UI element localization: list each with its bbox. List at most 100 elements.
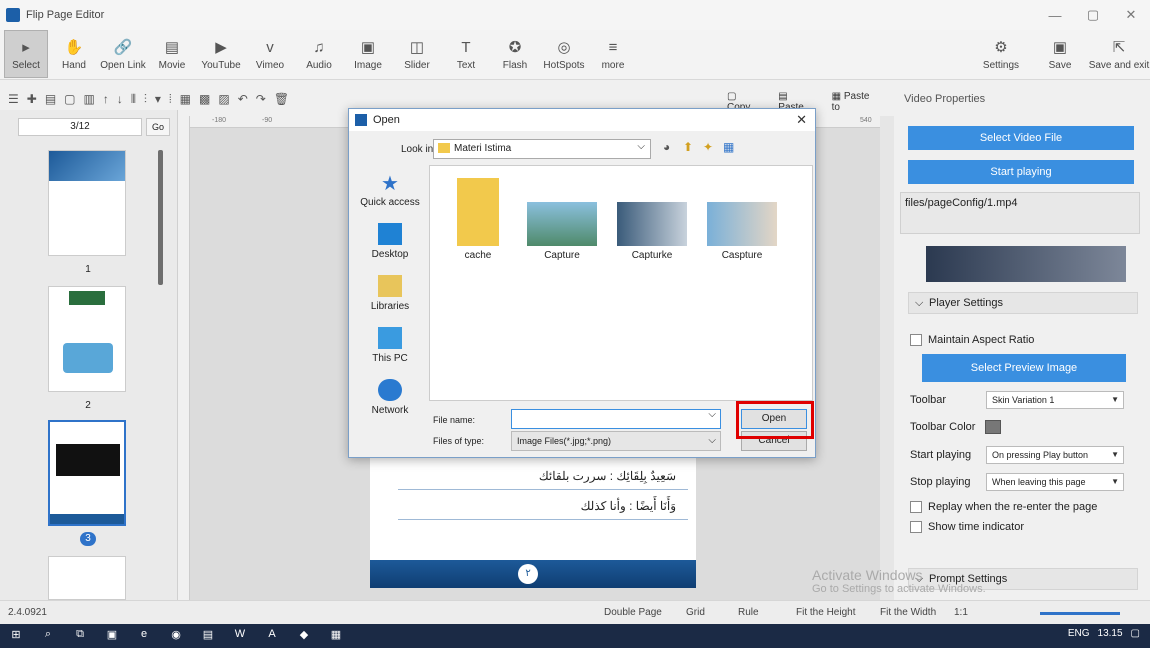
file-item[interactable]: cache (438, 178, 518, 261)
dialog-close-icon[interactable]: ✕ (796, 112, 807, 128)
replay-checkbox[interactable]: Replay when the re-enter the page (910, 501, 1097, 513)
undo-icon[interactable]: ↶ (238, 92, 248, 106)
explorer-icon[interactable]: ▤ (198, 628, 218, 644)
player-settings-section[interactable]: ⌵ Player Settings (908, 292, 1138, 314)
place-desktop[interactable]: Desktop (355, 223, 425, 260)
insert-icon[interactable]: ▤ (45, 92, 56, 106)
search-icon[interactable]: ⌕ (38, 628, 58, 644)
store-icon[interactable]: ▣ (102, 628, 122, 644)
align-center-icon[interactable]: ⫶ (144, 92, 147, 107)
zoom-slider[interactable] (1040, 612, 1120, 615)
tool-image[interactable]: ▣ Image (345, 30, 391, 78)
app-icon-orange[interactable]: ◆ (294, 628, 314, 644)
page-icon[interactable]: ▢ (64, 92, 75, 106)
up-folder-icon[interactable]: ⬆ (683, 140, 693, 154)
toolbar-color-swatch[interactable] (985, 420, 1002, 434)
double-page-button[interactable]: Double Page (604, 607, 662, 618)
tool-audio[interactable]: ♫ Audio (296, 30, 342, 78)
edge-icon[interactable]: e (134, 628, 154, 644)
fit-width-button[interactable]: Fit the Width (880, 607, 936, 618)
delete-icon[interactable]: ▥ (84, 92, 95, 106)
list-icon[interactable]: ☰ (8, 92, 19, 106)
redo-icon[interactable]: ↷ (256, 92, 266, 106)
image-thumbnail (617, 202, 687, 246)
rule-button[interactable]: Rule (738, 607, 759, 618)
move-up-icon[interactable]: ↑ (103, 92, 109, 106)
tool-select[interactable]: ▸ Select (4, 30, 48, 78)
chrome-icon[interactable]: ◉ (166, 628, 186, 644)
toolbar-label: Toolbar (910, 394, 947, 406)
view-menu-icon[interactable]: ▦ (723, 140, 734, 154)
tool-movie[interactable]: ▤ Movie (149, 30, 195, 78)
place-network[interactable]: Network (355, 379, 425, 416)
minimize-button[interactable]: — (1036, 0, 1074, 30)
toolbar-color-row: Toolbar Color (910, 420, 1002, 434)
new-folder-icon[interactable]: ✦ (703, 140, 713, 154)
page-thumbnail-1[interactable] (48, 150, 126, 256)
page-thumbnail-3[interactable] (48, 420, 126, 526)
place-this-pc[interactable]: This PC (355, 327, 425, 364)
layer-icon[interactable]: ▦ (180, 92, 191, 106)
select-preview-image-button[interactable]: Select Preview Image (922, 354, 1126, 382)
tool-vimeo[interactable]: v Vimeo (247, 30, 293, 78)
word-icon[interactable]: W (230, 628, 250, 644)
select-video-file-button[interactable]: Select Video File (908, 126, 1134, 150)
show-time-checkbox[interactable]: Show time indicator (910, 521, 1024, 533)
go-button[interactable]: Go (146, 118, 170, 136)
start-playing-button[interactable]: Start playing (908, 160, 1134, 184)
toolbar-skin-select[interactable]: Skin Variation 1 (986, 391, 1124, 409)
flip-editor-taskbar-icon[interactable]: ▦ (326, 628, 346, 644)
tool-slider[interactable]: ◫ Slider (394, 30, 440, 78)
tool-more[interactable]: ≡ more (590, 30, 636, 78)
back-icon[interactable]: ◕ (663, 140, 670, 154)
tool-open-link[interactable]: 🔗 Open Link (100, 30, 146, 78)
tool-text[interactable]: T Text (443, 30, 489, 78)
tool-hand[interactable]: ✋ Hand (51, 30, 97, 78)
files-of-type-select[interactable]: Image Files(*.jpg;*.png) (511, 431, 721, 451)
pdf-icon[interactable]: A (262, 628, 282, 644)
clock[interactable]: 13.15 (1098, 628, 1123, 639)
ungroup-icon[interactable]: ▨ (218, 92, 229, 106)
place-libraries[interactable]: Libraries (355, 275, 425, 312)
edit-toolbar: ☰ ✚ ▤ ▢ ▥ ↑ ↓ ⫴ ⫶ ▾ ⦙ ▦ ▩ ▨ ↶ ↷ 🗑 ▢ Copy… (0, 88, 895, 113)
move-down-icon[interactable]: ↓ (117, 92, 123, 106)
look-in-select[interactable]: Materi Istima (433, 138, 651, 159)
tool-flash[interactable]: ✪ Flash (492, 30, 538, 78)
save-exit-button[interactable]: ⇱ Save and exit (1089, 30, 1150, 78)
fit-height-button[interactable]: Fit the Height (796, 607, 855, 618)
align-right-icon[interactable]: ▾ (155, 92, 161, 106)
file-item[interactable]: Capture (522, 178, 602, 261)
file-item[interactable]: Capturke (612, 178, 692, 261)
file-item[interactable]: Caspture (702, 178, 782, 261)
task-view-icon[interactable]: ⧉ (70, 628, 90, 644)
paste-to-button[interactable]: ▦ Paste to (832, 91, 885, 113)
stop-playing-select[interactable]: When leaving this page (986, 473, 1124, 491)
tool-hotspots[interactable]: ◎ HotSpots (541, 30, 587, 78)
save-button[interactable]: ▣ Save (1032, 30, 1088, 78)
page-footer: ٢ (370, 560, 696, 588)
tool-youtube[interactable]: ▶ YouTube (198, 30, 244, 78)
trash-icon[interactable]: 🗑 (274, 92, 289, 106)
page-number-input[interactable]: 3/12 (18, 118, 142, 136)
place-quick-access[interactable]: ★ Quick access (355, 171, 425, 208)
add-icon[interactable]: ✚ (27, 92, 37, 106)
page-thumbnail-4[interactable] (48, 556, 126, 600)
thumbnail-scrollbar[interactable] (158, 150, 163, 285)
grid-button[interactable]: Grid (686, 607, 705, 618)
distribute-icon[interactable]: ⦙ (169, 92, 172, 107)
maintain-aspect-checkbox[interactable]: Maintain Aspect Ratio (910, 334, 1034, 346)
windows-start-icon[interactable]: ⊞ (6, 628, 26, 644)
canvas-scrollbar[interactable] (880, 116, 894, 600)
flipbook-page[interactable]: سَعِيدٌ بِلِقَائِك : سررت بلقائك وَأَنَا… (370, 455, 696, 588)
maximize-button[interactable]: ▢ (1074, 0, 1112, 30)
file-name-input[interactable] (511, 409, 721, 429)
ratio-button[interactable]: 1:1 (954, 607, 968, 618)
start-playing-select[interactable]: On pressing Play button (986, 446, 1124, 464)
notification-icon[interactable]: ▢ (1131, 628, 1140, 639)
lang-indicator[interactable]: ENG (1068, 628, 1090, 639)
page-thumbnail-2[interactable] (48, 286, 126, 392)
group-icon[interactable]: ▩ (199, 92, 210, 106)
settings-button[interactable]: ⚙ Settings (973, 30, 1029, 78)
close-button[interactable]: ✕ (1112, 0, 1150, 30)
align-left-icon[interactable]: ⫴ (131, 92, 136, 107)
